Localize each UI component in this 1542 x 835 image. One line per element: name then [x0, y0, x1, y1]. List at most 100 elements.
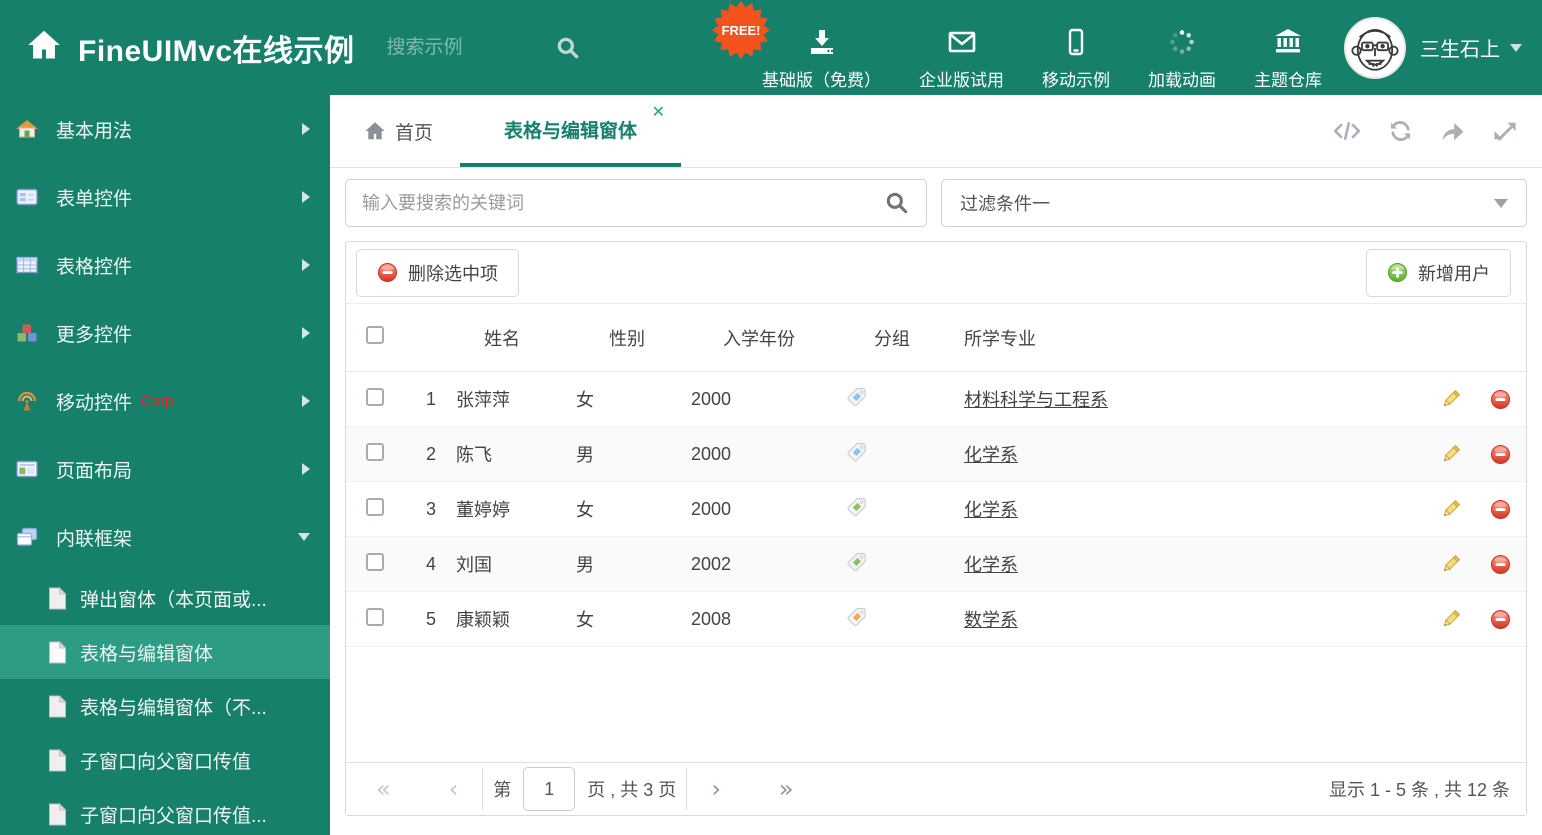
sidebar-item-label: 表格控件	[56, 256, 133, 278]
envelope-icon	[948, 31, 975, 53]
delete-icon[interactable]	[1490, 554, 1511, 575]
chevron-right-icon	[302, 191, 310, 203]
nav-item-label: 移动示例	[1042, 71, 1110, 90]
header-search-input[interactable]	[386, 36, 537, 59]
chevron-down-icon	[1510, 43, 1522, 52]
tab-bar: 首页 表格与编辑窗体 ✕	[330, 95, 1542, 168]
close-icon[interactable]: ✕	[652, 105, 665, 121]
keyword-search-box	[345, 179, 927, 227]
sidebar-item-mobile-controls[interactable]: 移动控件 Corp.	[0, 367, 330, 435]
column-header-major[interactable]: 所学专业	[952, 325, 1428, 351]
prev-page-button[interactable]: ‹	[435, 777, 473, 801]
tag-icon	[847, 552, 866, 571]
sidebar-item-more-controls[interactable]: 更多控件	[0, 299, 330, 367]
keyword-search-input[interactable]	[362, 192, 884, 214]
chevron-down-icon	[298, 533, 310, 541]
major-link[interactable]: 化学系	[964, 555, 1018, 575]
major-link[interactable]: 化学系	[964, 445, 1018, 465]
page-number-input[interactable]	[523, 767, 576, 811]
major-link[interactable]: 材料科学与工程系	[964, 390, 1108, 410]
edit-icon[interactable]	[1441, 554, 1461, 574]
search-icon[interactable]	[555, 35, 581, 61]
edit-icon[interactable]	[1441, 499, 1461, 519]
cell-year: 2000	[691, 443, 732, 464]
share-icon[interactable]	[1439, 118, 1467, 144]
source-code-icon[interactable]	[1332, 118, 1362, 144]
column-header-gender[interactable]: 性别	[568, 325, 686, 351]
next-page-button[interactable]: ›	[697, 777, 735, 801]
sidebar-subitem-child-to-parent[interactable]: 子窗口向父窗口传值	[0, 733, 330, 787]
filter-dropdown[interactable]: 过滤条件一	[941, 179, 1527, 227]
file-icon	[49, 748, 67, 771]
nav-enterprise-trial[interactable]: 企业版试用	[919, 4, 1004, 91]
sidebar-subitem-child-to-parent-2[interactable]: 子窗口向父窗口传值...	[0, 787, 330, 835]
sidebar-item-form-controls[interactable]: 表单控件	[0, 163, 330, 231]
sidebar: 基本用法 表单控件 表格控件 更多控件 移动控件 Corp. 页面布局 内联框架…	[0, 95, 330, 835]
delete-icon[interactable]	[1490, 609, 1511, 630]
mobile-icon	[1068, 28, 1084, 56]
nav-basic-edition[interactable]: FREE! 基础版（免费）	[712, 1, 881, 91]
search-icon[interactable]	[884, 190, 910, 216]
user-menu[interactable]: 三生石上	[1344, 16, 1522, 79]
row-number: 2	[425, 443, 436, 464]
row-checkbox[interactable]	[366, 387, 384, 406]
column-header-year[interactable]: 入学年份	[686, 325, 832, 351]
file-icon	[49, 802, 67, 825]
sidebar-item-label: 更多控件	[56, 324, 133, 346]
sidebar-subitem-grid-edit-window[interactable]: 表格与编辑窗体	[0, 625, 330, 679]
add-icon	[1387, 262, 1408, 283]
add-user-button[interactable]: 新增用户	[1366, 248, 1511, 297]
delete-icon[interactable]	[1490, 389, 1511, 410]
edit-icon[interactable]	[1441, 389, 1461, 409]
chevron-right-icon	[302, 123, 310, 135]
table-row: 3 董婷婷 女 2000 化学系	[346, 482, 1526, 537]
chevron-down-icon	[1494, 198, 1508, 208]
tab-home[interactable]: 首页	[364, 95, 433, 167]
sidebar-item-basic-usage[interactable]: 基本用法	[0, 95, 330, 163]
column-header-group[interactable]: 分组	[832, 325, 952, 351]
tag-icon	[847, 607, 866, 626]
major-link[interactable]: 数学系	[964, 610, 1018, 630]
nav-theme-store[interactable]: 主题仓库	[1254, 4, 1322, 91]
sidebar-item-label: 内联框架	[56, 528, 133, 550]
cell-name: 张萍萍	[456, 390, 510, 410]
row-checkbox[interactable]	[366, 442, 384, 461]
nav-mobile-demo[interactable]: 移动示例	[1042, 4, 1110, 91]
nav-loading-animation[interactable]: 加载动画	[1148, 4, 1216, 91]
sidebar-subitem-popup-window[interactable]: 弹出窗体（本页面或...	[0, 571, 330, 625]
row-checkbox[interactable]	[366, 497, 384, 516]
sidebar-subitem-grid-edit-window-2[interactable]: 表格与编辑窗体（不...	[0, 679, 330, 733]
first-page-button[interactable]: «	[362, 777, 405, 801]
corp-badge: Corp.	[141, 392, 178, 410]
frames-icon	[16, 527, 38, 546]
expand-icon[interactable]	[1492, 118, 1518, 144]
delete-button-label: 删除选中项	[408, 263, 498, 284]
delete-icon	[377, 262, 398, 283]
select-all-checkbox[interactable]	[366, 326, 384, 344]
row-checkbox[interactable]	[366, 552, 384, 571]
last-page-button[interactable]: »	[765, 777, 808, 801]
cell-gender: 男	[576, 445, 594, 465]
row-checkbox[interactable]	[366, 607, 384, 626]
column-header-name[interactable]: 姓名	[436, 325, 568, 351]
header-search	[386, 35, 581, 61]
edit-icon[interactable]	[1441, 444, 1461, 464]
file-icon	[49, 640, 67, 663]
sidebar-item-page-layout[interactable]: 页面布局	[0, 435, 330, 503]
major-link[interactable]: 化学系	[964, 500, 1018, 520]
sidebar-item-grid-controls[interactable]: 表格控件	[0, 231, 330, 299]
free-badge-label: FREE!	[721, 22, 761, 38]
delete-icon[interactable]	[1490, 499, 1511, 520]
table-header: 姓名 性别 入学年份 分组 所学专业	[346, 304, 1526, 372]
refresh-icon[interactable]	[1387, 118, 1414, 144]
tab-grid-edit-window[interactable]: 表格与编辑窗体 ✕	[460, 95, 682, 167]
app-home-icon[interactable]	[26, 27, 62, 68]
edit-icon[interactable]	[1441, 609, 1461, 629]
delete-icon[interactable]	[1490, 444, 1511, 465]
table-row: 4 刘国 男 2002 化学系	[346, 537, 1526, 592]
sidebar-item-inner-frame[interactable]: 内联框架	[0, 503, 330, 571]
tab-actions	[1332, 95, 1518, 167]
sidebar-subitem-label: 子窗口向父窗口传值...	[80, 805, 267, 827]
chevron-right-icon	[302, 395, 310, 407]
delete-selected-button[interactable]: 删除选中项	[356, 248, 519, 297]
